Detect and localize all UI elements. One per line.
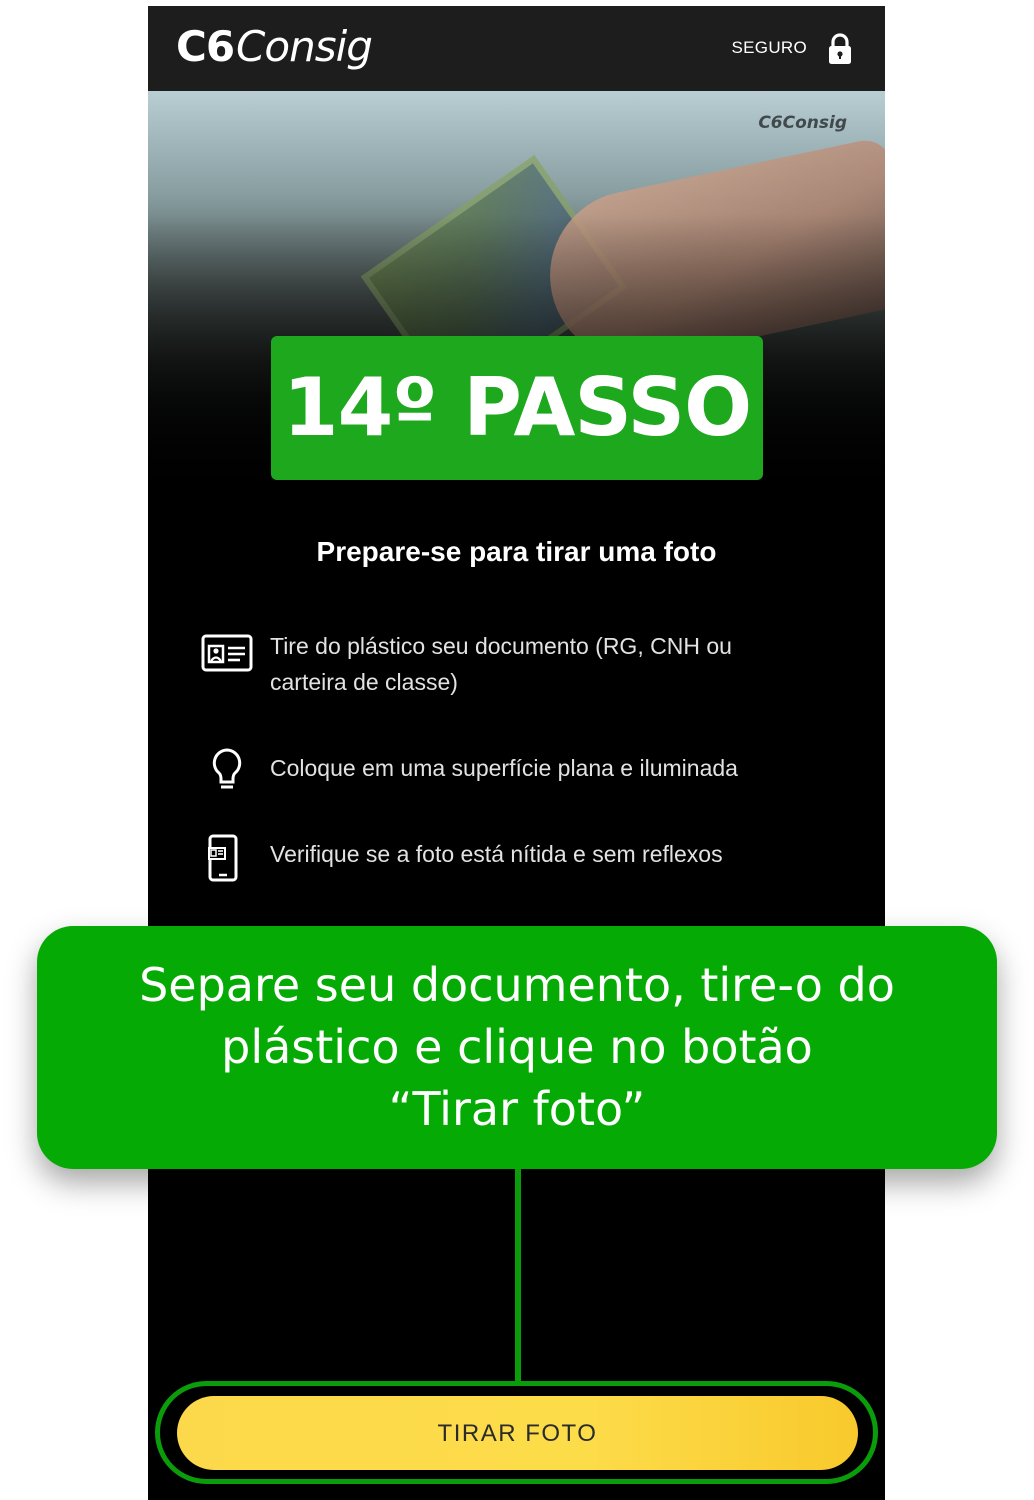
callout-line: Separe seu documento, tire-o do: [139, 958, 895, 1012]
c6-consig-logo: C6Consig: [176, 22, 373, 71]
secure-label: SEGURO: [731, 38, 807, 57]
take-photo-button[interactable]: TIRAR FOTO: [177, 1396, 858, 1470]
lock-icon: [829, 33, 851, 64]
page-subtitle: Prepare-se para tirar uma foto: [316, 536, 717, 567]
step-badge: 14º PASSO: [271, 336, 763, 480]
instruction-text: Tire do plástico seu documento (RG, CNH …: [270, 633, 732, 695]
callout-line: plástico e clique no botão: [221, 1020, 813, 1074]
logo-c6-text: C6: [176, 22, 235, 71]
lightbulb-icon: [212, 748, 242, 789]
logo-consig-text: Consig: [236, 22, 373, 71]
app-header: C6Consig SEGURO: [148, 6, 885, 91]
instruction-text: Verifique se a foto está nítida e sem re…: [270, 841, 723, 867]
hero-watermark-logo: C6Consig: [758, 113, 847, 133]
instruction-text: Coloque em uma superfície plana e ilumin…: [270, 755, 738, 781]
callout-line: “Tirar foto”: [388, 1082, 646, 1136]
id-card-icon: [201, 634, 253, 672]
phone-id-icon: [208, 834, 238, 882]
tutorial-callout: Separe seu documento, tire-o do plástico…: [37, 926, 997, 1169]
callout-connector-line: [515, 1169, 521, 1383]
